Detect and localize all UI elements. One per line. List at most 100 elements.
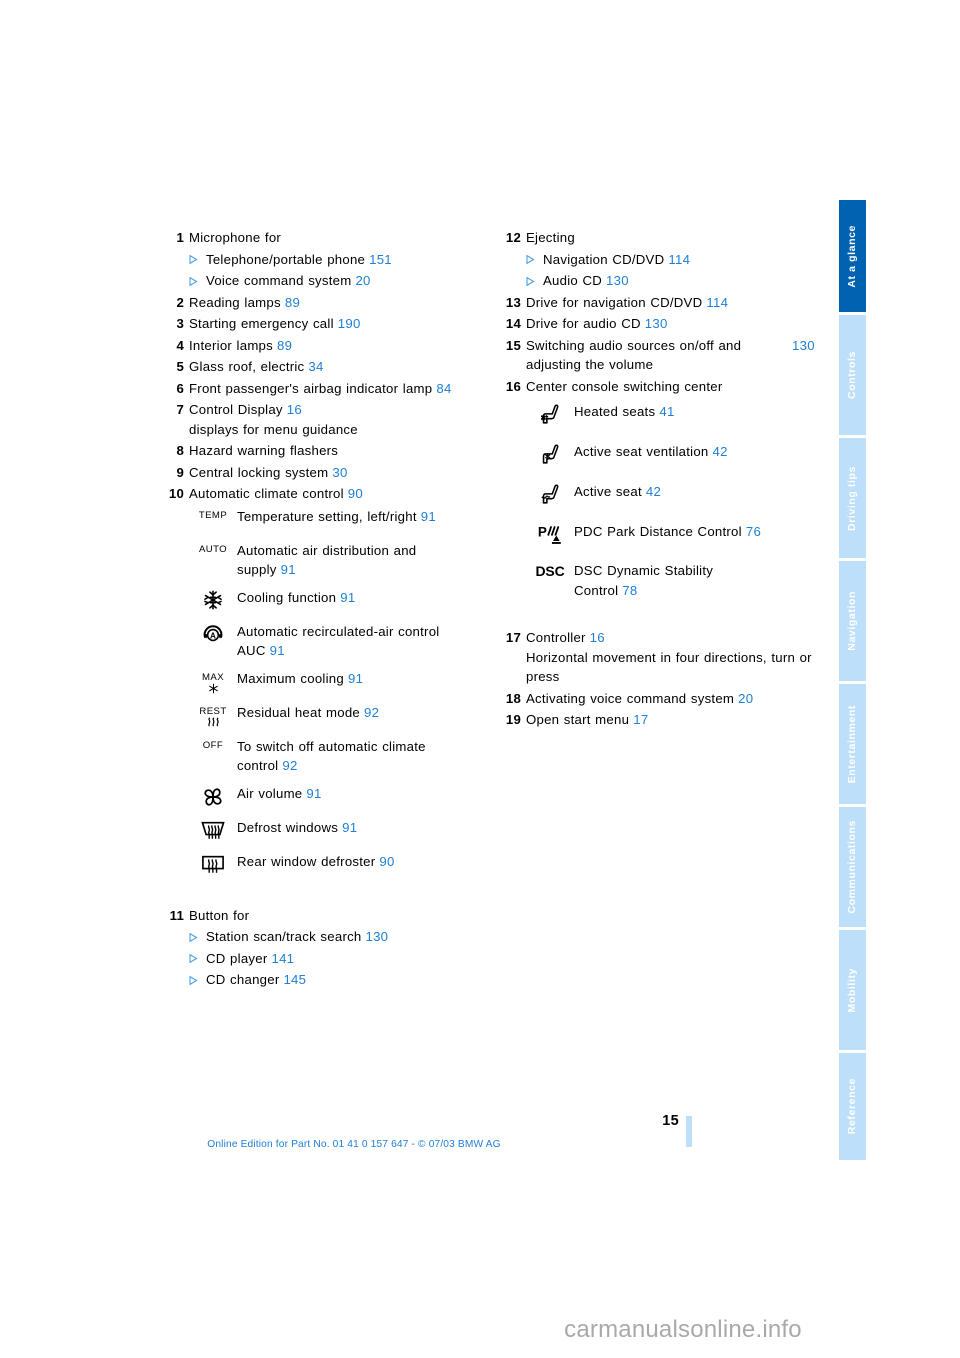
footer-note: Online Edition for Part No. 01 41 0 157 … [0, 1139, 960, 1150]
page-ref[interactable]: 89 [285, 293, 300, 313]
page-ref[interactable]: 91 [348, 671, 363, 686]
tab-communications[interactable]: Communications [839, 807, 866, 927]
page-ref[interactable]: 130 [606, 271, 629, 291]
icon-label: Air volume 91 [237, 784, 322, 804]
page-ref[interactable]: 89 [277, 336, 292, 356]
page-ref[interactable]: 151 [369, 250, 392, 270]
page-ref[interactable]: 114 [668, 250, 690, 270]
rest-label: REST [199, 705, 227, 717]
item-number: 9 [176, 464, 184, 480]
page-ref[interactable]: 42 [713, 444, 728, 459]
page-ref[interactable]: 91 [306, 786, 321, 801]
tab-entertainment[interactable]: Entertainment [839, 684, 866, 804]
item-number: 10 [168, 486, 184, 501]
tab-label: Navigation [846, 591, 858, 651]
page-ref[interactable]: 90 [348, 484, 363, 504]
temp-label-icon: TEMP [198, 509, 228, 521]
seat-ventilation-icon [526, 442, 574, 467]
tab-controls[interactable]: Controls [839, 315, 866, 435]
icon-label-text: PDC Park Distance Control [574, 524, 742, 539]
item-text: Center console switching center [526, 378, 723, 394]
list-item: Telephone/portable phone 151 [189, 250, 478, 270]
page-ref[interactable]: 130 [792, 336, 815, 356]
page-ref[interactable]: 141 [271, 949, 294, 969]
page-ref[interactable]: 41 [659, 404, 674, 419]
icon-label: Rear window defroster 90 [237, 852, 395, 872]
manual-page: At a glance Controls Driving tips Naviga… [0, 0, 960, 1358]
list-item: 19 Open start menu 17 [505, 710, 815, 730]
list-item: 15 Switching audio sources on/off and ad… [505, 336, 815, 375]
tab-at-a-glance[interactable]: At a glance [839, 200, 866, 312]
icon-label: To switch off automatic climate control 9… [237, 737, 478, 776]
icon-label-text: Automatic air distribution and supply [237, 542, 417, 578]
item-number: 11 [169, 907, 184, 923]
list-item: Active seat ventilation 42 [526, 442, 815, 468]
list-item: Defrost windows 91 [189, 818, 478, 844]
item-number: 7 [176, 402, 184, 417]
page-ref[interactable]: 145 [283, 970, 306, 990]
page-ref[interactable]: 20 [738, 689, 753, 709]
icon-label-text: Maximum cooling [237, 670, 344, 686]
item-text: Glass roof, electric [189, 359, 305, 374]
page-ref[interactable]: 91 [340, 590, 355, 605]
fan-air-volume-icon [189, 784, 237, 809]
page-ref[interactable]: 90 [379, 854, 394, 869]
defrost-windows-icon [189, 818, 237, 841]
item-text: Button for [189, 907, 250, 923]
tab-navigation[interactable]: Navigation [839, 561, 866, 681]
svg-text:A: A [210, 631, 216, 640]
item-text-line1: Control Display [189, 402, 283, 417]
page-ref[interactable]: 42 [646, 484, 661, 499]
icon-label-text: Cooling function [237, 589, 337, 605]
page-ref[interactable]: 91 [281, 562, 296, 577]
page-ref[interactable]: 30 [332, 463, 347, 483]
page-ref[interactable]: 114 [706, 293, 728, 313]
page-ref[interactable]: 16 [590, 630, 605, 645]
right-content-column: 12 Ejecting Navigation CD/DVD 114 Audio … [505, 228, 815, 732]
page-ref[interactable]: 17 [633, 710, 648, 730]
max-cooling-icon: MAX [189, 669, 237, 694]
page-ref[interactable]: 16 [287, 402, 302, 417]
residual-heat-icon: REST [189, 703, 237, 727]
page-ref[interactable]: 92 [282, 758, 297, 773]
tab-mobility[interactable]: Mobility [839, 930, 866, 1050]
page-ref[interactable]: 130 [366, 927, 389, 947]
tab-label: Controls [846, 351, 858, 399]
item-number: 5 [176, 359, 184, 374]
sub-item-label: CD player [206, 950, 268, 966]
icon-label-text: Air volume [237, 785, 303, 801]
list-item: MAX Maximum cooling 91 [189, 669, 478, 695]
triangle-bullet-icon [189, 954, 202, 963]
icon-label: Residual heat mode 92 [237, 703, 379, 723]
page-ref[interactable]: 20 [355, 271, 370, 291]
page-ref[interactable]: 78 [622, 583, 637, 598]
svg-text:P: P [537, 524, 546, 539]
item-text-line2: Horizontal movement in four directions, … [526, 649, 812, 685]
tab-label: Driving tips [846, 465, 858, 531]
page-ref[interactable]: 76 [746, 524, 761, 539]
sub-item-label: Audio CD [543, 273, 603, 288]
list-item: Audio CD 130 [526, 271, 815, 291]
page-ref[interactable]: 130 [645, 314, 668, 334]
item-text: Drive for navigation CD/DVD [526, 294, 703, 310]
page-ref[interactable]: 91 [270, 643, 285, 658]
icon-label-text: Defrost windows [237, 819, 339, 835]
item-text: Reading lamps [189, 294, 281, 310]
list-item: Rear window defroster 90 [189, 852, 478, 878]
page-ref[interactable]: 91 [421, 509, 436, 524]
page-ref[interactable]: 190 [338, 314, 361, 334]
item-number: 4 [176, 337, 184, 353]
page-ref[interactable]: 92 [364, 705, 379, 720]
tab-driving-tips[interactable]: Driving tips [839, 438, 866, 558]
list-item: DSC DSC Dynamic Stability Control 78 [526, 561, 815, 600]
item-number: 17 [505, 630, 521, 645]
list-item: CD changer 145 [189, 970, 478, 990]
icon-label-text: Automatic recirculated-air control AUC [237, 623, 440, 659]
tab-label: Entertainment [846, 704, 858, 784]
page-ref[interactable]: 91 [342, 820, 357, 835]
page-ref[interactable]: 34 [308, 357, 323, 377]
icon-label-text: Active seat ventilation [574, 444, 709, 459]
page-ref[interactable]: 84 [436, 379, 451, 399]
sub-item-label: Voice command system [206, 273, 352, 288]
item-text: Hazard warning flashers [189, 443, 339, 458]
